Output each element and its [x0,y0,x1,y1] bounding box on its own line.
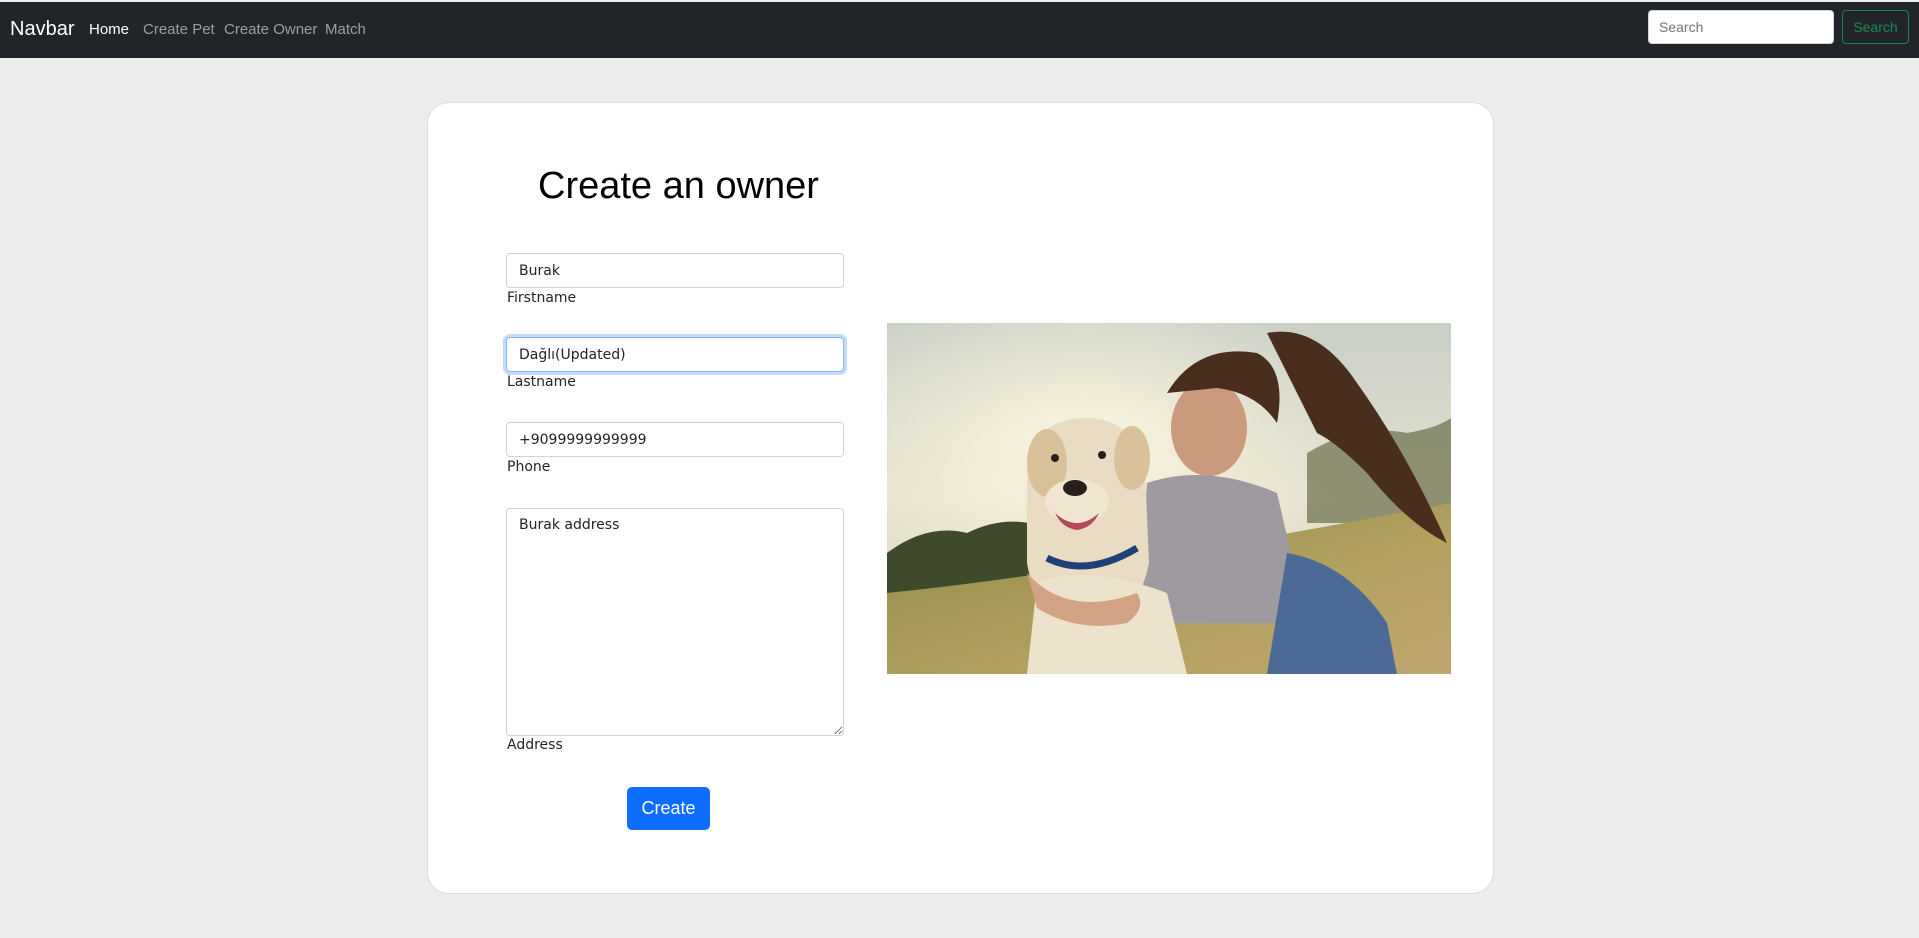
phone-input[interactable] [506,422,844,457]
address-textarea[interactable]: Burak address [506,508,844,736]
nav-link-match[interactable]: Match [325,21,366,38]
search-button[interactable]: Search [1842,10,1909,44]
navbar-brand[interactable]: Navbar [10,18,74,41]
page-title: Create an owner [538,165,819,207]
phone-label: Phone [507,459,551,475]
nav-link-create-owner[interactable]: Create Owner [224,21,317,38]
lastname-input[interactable] [506,337,844,372]
top-navbar: Navbar Home Create Pet Create Owner Matc… [0,2,1919,58]
firstname-label: Firstname [507,290,577,306]
woman-with-dog-image [887,323,1451,674]
lastname-label: Lastname [507,374,576,390]
search-input[interactable] [1648,10,1834,44]
nav-link-home[interactable]: Home [89,21,129,38]
address-label: Address [507,737,563,753]
firstname-input[interactable] [506,253,844,288]
create-button[interactable]: Create [627,787,710,830]
nav-link-create-pet[interactable]: Create Pet [143,21,215,38]
